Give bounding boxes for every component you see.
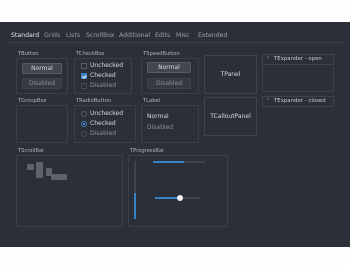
section-title: TRadioButton [76,98,112,104]
normal-button[interactable]: Normal [22,63,62,74]
checked-checkbox[interactable] [81,73,87,79]
section-title: TScrollBar [18,148,45,154]
expander-label: TExpander - closed [274,98,326,104]
disabled-checkbox [81,83,87,89]
section-title: TCheckBox [76,51,105,57]
horizontal-scrollbar-thumb[interactable] [51,174,67,180]
tab-edits[interactable]: Edits [155,32,170,40]
chevron-up-down-icon: ⌃ [266,98,271,104]
expander-label: TExpander - open [274,56,322,62]
tprogressbar-frame [128,155,228,227]
normal-label: Normal [147,113,169,120]
tpanel: TPanel [204,55,257,94]
horizontal-progress-fill [153,161,185,163]
tgroupbox-frame [16,105,68,143]
chevron-up-down-icon: ⌃ [266,56,271,62]
panel-label: TPanel [220,71,241,78]
texpander-closed[interactable]: ⌃ TExpander - closed [262,96,334,107]
checkbox-label: Unchecked [90,62,124,69]
disabled-label: Disabled [147,124,174,131]
tab-additional[interactable]: Additional [119,32,150,40]
tab-lists[interactable]: Lists [66,32,80,40]
section-title: TSpeedButton [143,51,180,57]
normal-speedbutton[interactable]: Normal [147,62,191,73]
tcalloutpanel: TCalloutPanel [204,97,257,136]
tab-grids[interactable]: Grids [44,32,60,40]
texpander-open[interactable]: ⌃ TExpander - open [262,54,334,65]
section-title: TGroupBox [18,98,47,104]
radio-label: Unchecked [90,110,124,117]
expander-body [262,65,334,92]
section-title: TProgressBar [130,148,165,154]
unchecked-checkbox[interactable] [81,63,87,69]
checkbox-label: Disabled [90,82,117,89]
disabled-radio [81,131,87,137]
vertical-progress-fill [134,192,136,219]
disabled-button: Disabled [22,78,62,89]
disabled-speedbutton: Disabled [147,78,191,89]
slider-knob[interactable] [176,195,183,201]
radio-label: Checked [90,120,116,127]
section-title: TButton [18,51,39,57]
unchecked-radio[interactable] [81,111,87,117]
checkbox-label: Checked [90,72,116,79]
tab-scrollbox[interactable]: ScrollBox [86,32,114,40]
tab-extended[interactable]: Extended [198,32,227,40]
vertical-scrollbar-thumb[interactable] [36,162,43,178]
section-title: TLabel [143,98,161,104]
tab-standard[interactable]: Standard [11,32,39,40]
checked-radio[interactable] [81,121,87,127]
tab-misc[interactable]: Misc [176,32,190,40]
radio-label: Disabled [90,130,117,137]
scrollbar-thumb-small[interactable] [27,164,34,170]
callout-panel-label: TCalloutPanel [210,113,251,120]
